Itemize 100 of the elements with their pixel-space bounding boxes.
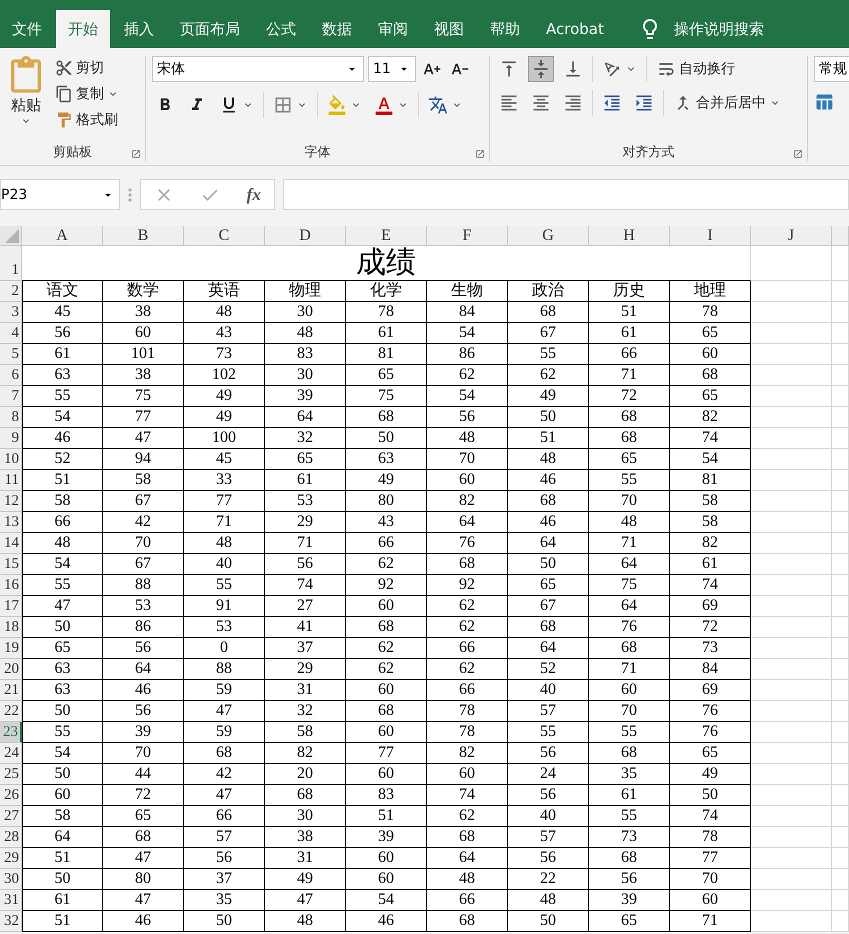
table-cell: 32 [265,428,346,449]
middle-align-button[interactable] [528,56,554,82]
dialog-launcher-icon[interactable] [793,149,803,159]
table-cell: 51 [22,911,103,932]
row-header[interactable]: 29 [0,848,22,869]
name-box[interactable]: P23 [0,179,120,210]
ribbon-tab[interactable]: 帮助 [478,10,532,48]
table-cell: 51 [22,470,103,491]
copy-button[interactable]: 复制 [52,82,122,106]
row-header[interactable]: 31 [0,890,22,911]
table-cell: 38 [103,365,184,386]
table-cell: 31 [265,680,346,701]
scissors-icon [55,59,73,77]
row-header[interactable]: 1 [0,246,22,281]
row-header[interactable]: 8 [0,407,22,428]
table-cell: 76 [427,533,508,554]
row-header[interactable]: 13 [0,512,22,533]
table-cell: 71 [184,512,265,533]
table-cell: 30 [265,302,346,323]
merge-center-button[interactable]: 合并后居中 [670,90,784,116]
table-cell: 65 [508,575,589,596]
ribbon-tab[interactable]: 视图 [422,10,476,48]
table-cell: 62 [346,659,427,680]
table-cell: 88 [103,575,184,596]
row-header[interactable]: 2 [0,281,22,302]
row-header[interactable]: 27 [0,806,22,827]
ribbon-tab[interactable]: 开始 [56,10,110,48]
dialog-launcher-icon[interactable] [131,149,141,159]
number-format-field[interactable]: 常规 [814,56,849,82]
column-header[interactable]: J [751,226,832,246]
drag-handle-icon[interactable] [128,188,132,202]
table-cell: 74 [670,575,751,596]
column-header[interactable]: F [427,226,508,246]
row-header[interactable]: 24 [0,743,22,764]
dialog-launcher-icon[interactable] [475,149,485,159]
ribbon-tab[interactable]: Acrobat [534,10,616,48]
column-header[interactable]: I [670,226,751,246]
table-cell: 47 [184,785,265,806]
table-cell: 73 [184,344,265,365]
table-cell: 68 [589,638,670,659]
paint-bucket-icon [327,95,347,115]
insert-function-button[interactable]: fx [246,184,261,204]
row-header[interactable]: 22 [0,701,22,722]
row-header[interactable]: 11 [0,470,22,491]
table-cell: 40 [184,554,265,575]
row-header[interactable]: 15 [0,554,22,575]
column-header[interactable]: A [22,226,103,246]
formula-input[interactable] [283,179,849,210]
paste-button[interactable]: 粘贴 [6,56,46,143]
column-header[interactable]: D [265,226,346,246]
row-header[interactable]: 28 [0,827,22,848]
row-header[interactable]: 21 [0,680,22,701]
column-header[interactable]: G [508,226,589,246]
ribbon-tab[interactable]: 公式 [254,10,308,48]
ribbon-tab[interactable]: 数据 [310,10,364,48]
row-header[interactable]: 6 [0,365,22,386]
table-cell: 68 [427,554,508,575]
row-header[interactable]: 17 [0,596,22,617]
row-header[interactable]: 3 [0,302,22,323]
table-cell [832,344,849,365]
table-cell: 61 [346,323,427,344]
table-cell: 48 [427,428,508,449]
format-painter-button[interactable]: 格式刷 [52,108,122,132]
row-header[interactable]: 20 [0,659,22,680]
table-cell [832,638,849,659]
ribbon-tab[interactable]: 插入 [112,10,166,48]
column-header[interactable]: E [346,226,427,246]
font-size-field[interactable]: 11 [368,56,416,82]
row-header[interactable]: 19 [0,638,22,659]
row-header[interactable]: 14 [0,533,22,554]
font-name-field[interactable]: 宋体 [152,56,364,82]
table-cell: 66 [589,344,670,365]
row-header[interactable]: 9 [0,428,22,449]
row-header[interactable]: 7 [0,386,22,407]
row-header[interactable]: 12 [0,491,22,512]
table-cell: 59 [184,680,265,701]
cut-button[interactable]: 剪切 [52,56,122,80]
row-header[interactable]: 16 [0,575,22,596]
row-header[interactable]: 10 [0,449,22,470]
table-cell: 70 [670,869,751,890]
ribbon-tab[interactable]: 审阅 [366,10,420,48]
table-cell: 61 [589,323,670,344]
row-header[interactable]: 26 [0,785,22,806]
table-cell: 55 [589,470,670,491]
row-header[interactable]: 30 [0,869,22,890]
row-header[interactable]: 18 [0,617,22,638]
row-header[interactable]: 23 [0,722,22,743]
table-cell: 76 [589,617,670,638]
tell-me-search[interactable]: 操作说明搜索 [674,20,764,38]
wrap-text-button[interactable]: 自动换行 [653,56,738,82]
ribbon-tab[interactable]: 页面布局 [168,10,252,48]
table-cell: 58 [22,806,103,827]
column-header[interactable]: H [589,226,670,246]
row-header[interactable]: 5 [0,344,22,365]
row-header[interactable]: 4 [0,323,22,344]
column-header[interactable]: C [184,226,265,246]
column-header[interactable]: B [103,226,184,246]
row-header[interactable]: 25 [0,764,22,785]
ribbon-tab[interactable]: 文件 [0,10,54,48]
row-header[interactable]: 32 [0,911,22,932]
